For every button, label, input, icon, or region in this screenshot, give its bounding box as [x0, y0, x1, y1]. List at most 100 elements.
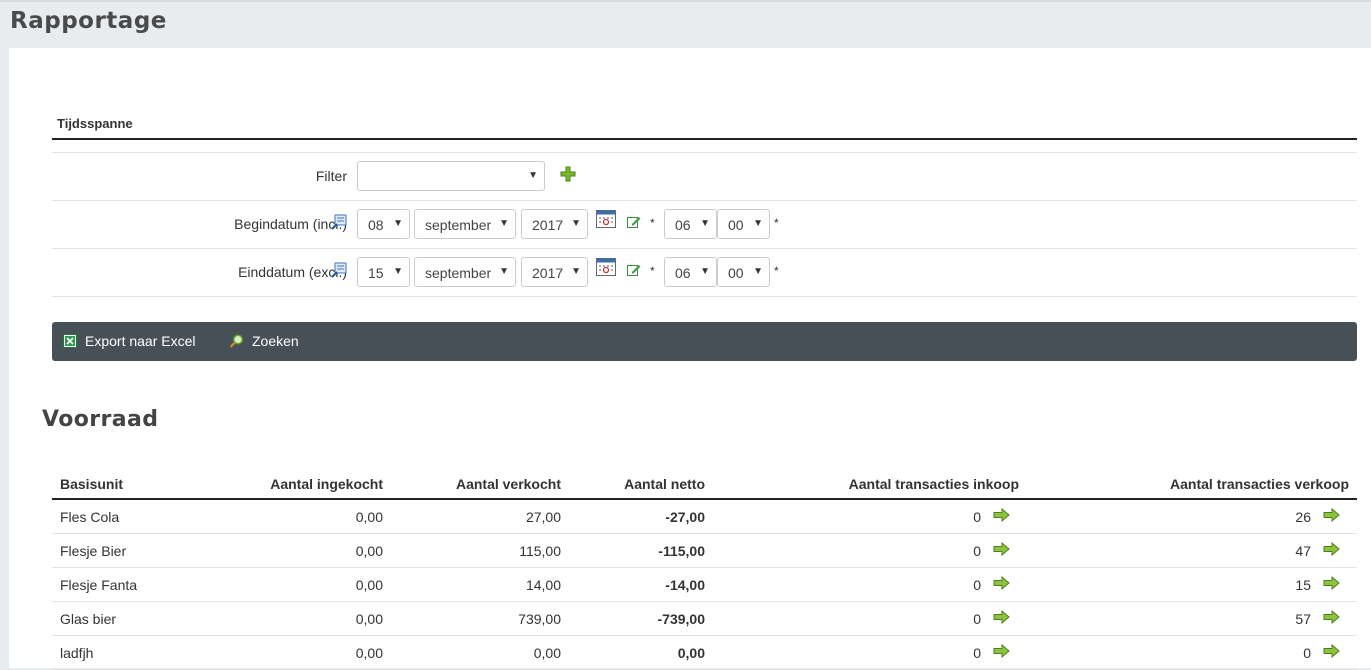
inkoop-detail-link[interactable] — [989, 499, 1028, 534]
end-hour-value: 06 — [675, 265, 691, 281]
end-year-value: 2017 — [532, 265, 564, 281]
inkoop-detail-link[interactable] — [989, 567, 1028, 602]
required-mark: * — [774, 216, 779, 230]
arrow-right-icon — [1323, 541, 1340, 557]
cell-netto: -115,00 — [569, 533, 713, 568]
end-calendar-icon[interactable] — [596, 257, 616, 276]
chevron-down-icon: ▼ — [393, 218, 403, 229]
end-minute-select[interactable]: 00 ▼ — [717, 257, 770, 287]
voorraad-table: Basisunit Aantal ingekocht Aantal verkoc… — [52, 466, 1357, 670]
begin-edit-icon[interactable] — [627, 215, 641, 229]
inkoop-detail-link[interactable] — [989, 601, 1028, 636]
cell-tx-inkoop: 0 — [713, 533, 990, 568]
cell-verkocht: 115,00 — [391, 533, 569, 568]
arrow-right-icon — [993, 575, 1010, 591]
search-label: Zoeken — [252, 333, 299, 349]
cell-tx-inkoop: 0 — [713, 567, 990, 602]
begin-calendar-icon[interactable] — [596, 209, 616, 228]
tijdsspanne-heading: Tijdsspanne — [57, 116, 133, 131]
arrow-right-icon — [993, 643, 1010, 659]
required-mark: * — [774, 264, 779, 278]
begin-month-value: september — [425, 217, 492, 233]
verkoop-detail-link[interactable] — [1319, 533, 1357, 568]
end-day-select[interactable]: 15 ▼ — [357, 257, 410, 287]
inkoop-detail-link[interactable] — [989, 635, 1028, 670]
cell-ingekocht: 0,00 — [213, 635, 391, 670]
arrow-right-icon — [993, 609, 1010, 625]
begin-month-select[interactable]: september ▼ — [414, 209, 516, 239]
cell-unit: Fles Cola — [52, 499, 213, 534]
col-tx-inkoop[interactable]: Aantal transacties inkoop — [713, 466, 1028, 500]
cell-unit: Flesje Bier — [52, 533, 213, 568]
begin-year-value: 2017 — [532, 217, 564, 233]
add-filter-icon[interactable] — [560, 166, 576, 182]
end-edit-icon[interactable] — [627, 263, 641, 277]
cell-ingekocht: 0,00 — [213, 533, 391, 568]
inkoop-detail-link[interactable] — [989, 533, 1028, 568]
begin-hour-value: 06 — [675, 217, 691, 233]
begin-minute-select[interactable]: 00 ▼ — [717, 209, 770, 239]
cell-verkocht: 0,00 — [391, 635, 569, 670]
arrow-right-icon — [993, 507, 1010, 523]
end-hour-select[interactable]: 06 ▼ — [664, 257, 717, 287]
begin-day-value: 08 — [368, 217, 384, 233]
cell-tx-verkoop: 15 — [1027, 567, 1319, 602]
col-tx-verkoop[interactable]: Aantal transacties verkoop — [1027, 466, 1357, 500]
begin-year-select[interactable]: 2017 ▼ — [521, 209, 588, 239]
cell-netto: -739,00 — [569, 601, 713, 636]
export-excel-label: Export naar Excel — [85, 333, 196, 349]
table-row: Flesje Bier 0,00 115,00 -115,00 0 47 — [52, 533, 1357, 568]
export-excel-button[interactable]: Export naar Excel — [63, 333, 196, 349]
cell-verkocht: 14,00 — [391, 567, 569, 602]
col-basisunit[interactable]: Basisunit — [52, 466, 213, 500]
chevron-down-icon: ▼ — [700, 218, 710, 229]
verkoop-detail-link[interactable] — [1319, 601, 1357, 636]
arrow-right-icon — [1323, 609, 1340, 625]
cell-verkocht: 27,00 — [391, 499, 569, 534]
end-day-value: 15 — [368, 265, 384, 281]
filter-row: Filter ▼ — [52, 152, 1357, 200]
table-row: Fles Cola 0,00 27,00 -27,00 0 26 — [52, 499, 1357, 534]
excel-icon — [63, 334, 77, 348]
form-bottom-divider — [52, 296, 1357, 297]
chevron-down-icon: ▼ — [700, 266, 710, 277]
search-button[interactable]: Zoeken — [229, 333, 299, 349]
required-mark: * — [650, 264, 655, 278]
cell-netto: 0,00 — [569, 635, 713, 670]
cell-tx-inkoop: 0 — [713, 635, 990, 670]
begindatum-row: Begindatum (incl.) 08 ▼ september ▼ 2017… — [52, 200, 1357, 248]
verkoop-detail-link[interactable] — [1319, 499, 1357, 534]
action-toolbar: Export naar Excel Zoeken — [52, 322, 1357, 361]
cell-unit: Glas bier — [52, 601, 213, 636]
arrow-right-icon — [993, 541, 1010, 557]
begin-day-select[interactable]: 08 ▼ — [357, 209, 410, 239]
search-icon — [229, 334, 243, 348]
cell-tx-verkoop: 0 — [1027, 635, 1319, 670]
filter-select[interactable]: ▼ — [357, 161, 545, 191]
cell-verkocht: 739,00 — [391, 601, 569, 636]
table-row: ladfjh 0,00 0,00 0,00 0 0 — [52, 635, 1357, 670]
end-month-value: september — [425, 265, 492, 281]
begindatum-help-icon[interactable] — [331, 214, 347, 230]
chevron-down-icon: ▼ — [753, 218, 763, 229]
table-row: Glas bier 0,00 739,00 -739,00 0 57 — [52, 601, 1357, 636]
cell-unit: ladfjh — [52, 635, 213, 670]
begin-minute-value: 00 — [728, 217, 744, 233]
table-header-row: Basisunit Aantal ingekocht Aantal verkoc… — [52, 466, 1357, 500]
verkoop-detail-link[interactable] — [1319, 635, 1357, 670]
chevron-down-icon: ▼ — [571, 218, 581, 229]
col-verkocht[interactable]: Aantal verkocht — [391, 466, 569, 500]
verkoop-detail-link[interactable] — [1319, 567, 1357, 602]
col-ingekocht[interactable]: Aantal ingekocht — [213, 466, 391, 500]
end-year-select[interactable]: 2017 ▼ — [521, 257, 588, 287]
tijdsspanne-header: Tijdsspanne — [52, 110, 1357, 140]
cell-netto: -14,00 — [569, 567, 713, 602]
begin-hour-select[interactable]: 06 ▼ — [664, 209, 717, 239]
chevron-down-icon: ▼ — [393, 266, 403, 277]
cell-tx-verkoop: 26 — [1027, 499, 1319, 534]
cell-ingekocht: 0,00 — [213, 567, 391, 602]
end-month-select[interactable]: september ▼ — [414, 257, 516, 287]
col-netto[interactable]: Aantal netto — [569, 466, 713, 500]
required-mark: * — [650, 216, 655, 230]
einddatum-help-icon[interactable] — [331, 262, 347, 278]
